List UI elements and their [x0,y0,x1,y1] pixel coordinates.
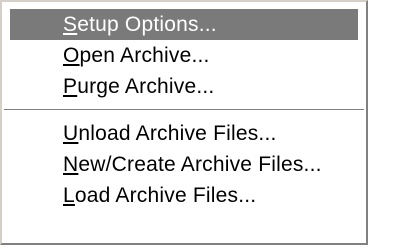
separator-line [4,109,364,111]
menu-item-setup-options[interactable]: Setup Options... [10,9,358,40]
context-menu: Setup Options... Open Archive... Purge A… [0,0,368,245]
menu-item-label: nload Archive Files... [78,122,277,145]
menu-items-container: Setup Options... Open Archive... Purge A… [4,9,364,211]
menu-item-unload-archive-files[interactable]: Unload Archive Files... [10,118,358,149]
menu-separator [4,102,364,118]
menu-item-label: etup Options... [77,13,217,36]
menu-item-accelerator: N [63,153,79,176]
menu-item-label: oad Archive Files... [74,184,257,207]
menu-item-accelerator: L [63,184,75,207]
menu-item-accelerator: U [63,122,79,145]
menu-item-purge-archive[interactable]: Purge Archive... [10,71,358,102]
menu-item-label: urge Archive... [77,75,215,98]
menu-item-accelerator: S [63,13,78,36]
menu-item-accelerator: P [63,75,78,98]
menu-item-open-archive[interactable]: Open Archive... [10,40,358,71]
menu-item-load-archive-files[interactable]: Load Archive Files... [10,180,358,211]
menu-item-accelerator: O [63,44,80,67]
menu-item-new-create-archive-files[interactable]: New/Create Archive Files... [10,149,358,180]
menu-item-label: ew/Create Archive Files... [78,153,322,176]
menu-item-label: pen Archive... [79,44,210,67]
